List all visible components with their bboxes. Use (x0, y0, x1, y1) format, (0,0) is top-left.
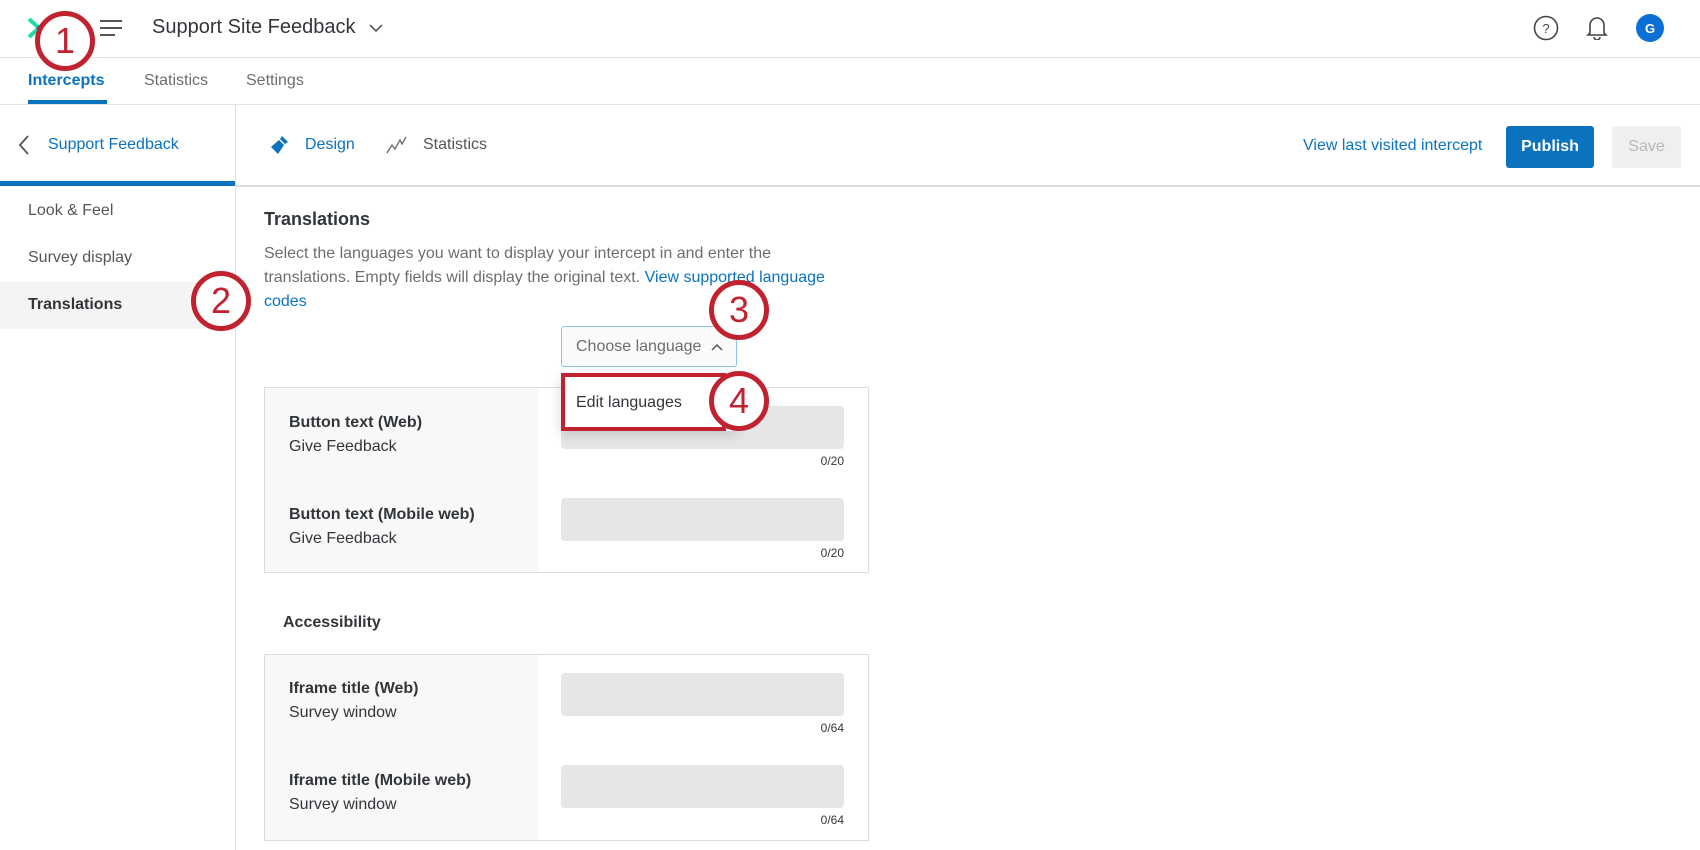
annotation-4: 4 (709, 371, 769, 431)
annotation-number: 2 (210, 280, 232, 321)
chevron-up-icon (711, 343, 723, 351)
save-button[interactable]: Save (1612, 126, 1681, 168)
statistics-subtab[interactable]: Statistics (386, 132, 487, 158)
char-counter: 0/64 (820, 813, 844, 827)
translation-input-iframe-web[interactable] (561, 673, 844, 716)
annotation-1: 1 (35, 11, 95, 71)
tab-statistics[interactable]: Statistics (144, 72, 208, 90)
tab-settings[interactable]: Settings (246, 72, 304, 90)
field-original-text: Survey window (289, 796, 397, 813)
choose-language-dropdown[interactable]: Choose language (561, 326, 737, 367)
svg-text:?: ? (1542, 21, 1549, 36)
accessibility-heading: Accessibility (283, 614, 381, 631)
accessibility-card: Iframe title (Web) Survey window 0/64 If… (264, 654, 869, 841)
field-label: Iframe title (Mobile web) (289, 772, 472, 789)
help-icon[interactable]: ? (1533, 15, 1559, 46)
char-counter: 0/20 (820, 546, 844, 560)
tab-label: Statistics (144, 72, 209, 89)
publish-label: Publish (1521, 138, 1579, 155)
save-label: Save (1628, 138, 1665, 155)
annotation-number: 1 (54, 20, 76, 61)
char-counter: 0/20 (820, 454, 844, 468)
chevron-left-icon (18, 135, 29, 155)
char-counter: 0/64 (820, 721, 844, 735)
hamburger-menu-icon[interactable] (99, 19, 123, 37)
desc-line: Select the languages you want to display… (264, 245, 771, 262)
tab-label: Intercepts (28, 72, 105, 89)
design-tab[interactable]: Design (268, 132, 355, 158)
field-original-text: Give Feedback (289, 438, 397, 455)
annotation-2: 2 (191, 271, 251, 331)
subnav-divider (236, 185, 1700, 187)
paintbrush-icon (271, 136, 288, 154)
translation-input-button-mobile[interactable] (561, 498, 844, 541)
statistics-label: Statistics (423, 136, 488, 153)
sidebar-item-label: Translations (28, 296, 123, 313)
notifications-bell-icon[interactable] (1586, 14, 1608, 45)
field-original-text: Survey window (289, 704, 397, 721)
publish-button[interactable]: Publish (1506, 126, 1594, 168)
project-title[interactable]: Support Site Feedback (152, 16, 383, 39)
translation-input-iframe-mobile[interactable] (561, 765, 844, 808)
desc-line: translations. Empty fields will display … (264, 269, 641, 286)
section-description: Select the languages you want to display… (264, 242, 904, 314)
back-to-support-feedback[interactable]: Support Feedback (0, 105, 235, 182)
section-heading: Translations (264, 209, 371, 229)
sidebar-active-bar (0, 181, 235, 186)
chevron-down-icon (369, 24, 383, 33)
field-label: Button text (Web) (289, 414, 423, 431)
sidebar-item-label: Survey display (28, 249, 133, 266)
sidebar-item-survey-display[interactable]: Survey display (28, 249, 132, 267)
line-chart-icon (386, 136, 407, 154)
avatar-initial: G (1644, 20, 1656, 36)
tab-label: Settings (246, 72, 304, 89)
sidebar-item-label: Look & Feel (28, 202, 114, 219)
field-original-text: Give Feedback (289, 530, 397, 547)
link-part: codes (264, 293, 307, 310)
design-label: Design (305, 136, 355, 153)
project-title-text: Support Site Feedback (152, 16, 356, 38)
view-last-visited-link[interactable]: View last visited intercept (1303, 137, 1482, 155)
tab-intercepts[interactable]: Intercepts (28, 72, 104, 90)
menu-item-label: Edit languages (576, 394, 682, 411)
menu-item-edit-languages[interactable]: Edit languages (561, 373, 726, 431)
field-label: Button text (Mobile web) (289, 506, 475, 523)
dropdown-label: Choose language (576, 337, 702, 355)
annotation-number: 4 (728, 380, 750, 421)
sidebar-item-look-feel[interactable]: Look & Feel (28, 202, 113, 220)
back-label: Support Feedback (48, 136, 179, 153)
annotation-number: 3 (728, 289, 750, 330)
avatar[interactable]: G (1636, 14, 1664, 42)
annotation-3: 3 (709, 280, 769, 340)
field-label: Iframe title (Web) (289, 680, 419, 697)
